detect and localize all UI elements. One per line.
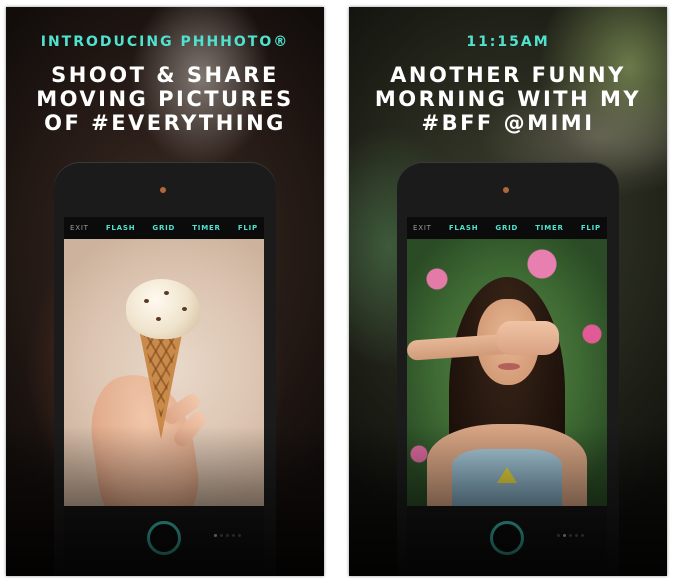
page-indicator	[557, 534, 584, 537]
phone-frame: EXIT FLASH GRID TIMER FLIP	[397, 162, 619, 576]
page-dot	[220, 534, 223, 537]
page-dot	[581, 534, 584, 537]
camera-toolbar: EXIT FLASH GRID TIMER FLIP	[64, 217, 264, 239]
ice-cream-photo	[64, 239, 264, 506]
grid-button[interactable]: GRID	[495, 224, 518, 232]
page-indicator	[214, 534, 241, 537]
timer-button[interactable]: TIMER	[192, 224, 221, 232]
shirt-graphic	[497, 467, 517, 483]
page-dot	[557, 534, 560, 537]
hand-over-eyes	[497, 321, 559, 355]
app-screenshot-2: 11:15AM ANOTHER FUNNY MORNING WITH MY #B…	[349, 7, 667, 576]
page-dot	[563, 534, 566, 537]
grid-button[interactable]: GRID	[152, 224, 175, 232]
page-dot	[232, 534, 235, 537]
exit-button[interactable]: EXIT	[70, 224, 89, 232]
chip	[156, 317, 161, 321]
shutter-button[interactable]	[490, 521, 524, 555]
flash-button[interactable]: FLASH	[449, 224, 479, 232]
kicker-text: 11:15AM	[466, 34, 550, 50]
flip-button[interactable]: FLIP	[238, 224, 258, 232]
headline-text: ANOTHER FUNNY MORNING WITH MY #BFF @MIMI	[374, 63, 642, 135]
lips	[498, 363, 520, 370]
chip	[182, 307, 187, 311]
phone-frame: EXIT FLASH GRID TIMER FLIP	[54, 162, 276, 576]
app-screenshot-1: INTRODUCING PHHHOTO® SHOOT & SHARE MOVIN…	[6, 7, 324, 576]
camera-controls	[64, 506, 264, 566]
kicker-text: INTRODUCING PHHHOTO®	[40, 34, 290, 50]
camera-dot	[503, 187, 509, 193]
headline-text: SHOOT & SHARE MOVING PICTURES OF #EVERYT…	[36, 63, 294, 135]
chip	[164, 291, 169, 295]
camera-viewfinder	[64, 239, 264, 506]
page-dot	[575, 534, 578, 537]
flash-button[interactable]: FLASH	[106, 224, 136, 232]
page-dot	[214, 534, 217, 537]
camera-toolbar: EXIT FLASH GRID TIMER FLIP	[407, 217, 607, 239]
page-dot	[238, 534, 241, 537]
page-dot	[569, 534, 572, 537]
page-dot	[226, 534, 229, 537]
camera-viewfinder	[407, 239, 607, 506]
ice-cream-scoop	[126, 279, 200, 339]
exit-button[interactable]: EXIT	[413, 224, 432, 232]
flip-button[interactable]: FLIP	[581, 224, 601, 232]
camera-dot	[160, 187, 166, 193]
camera-controls	[407, 506, 607, 566]
shutter-button[interactable]	[147, 521, 181, 555]
timer-button[interactable]: TIMER	[535, 224, 564, 232]
chip	[144, 299, 149, 303]
portrait-photo	[407, 239, 607, 506]
